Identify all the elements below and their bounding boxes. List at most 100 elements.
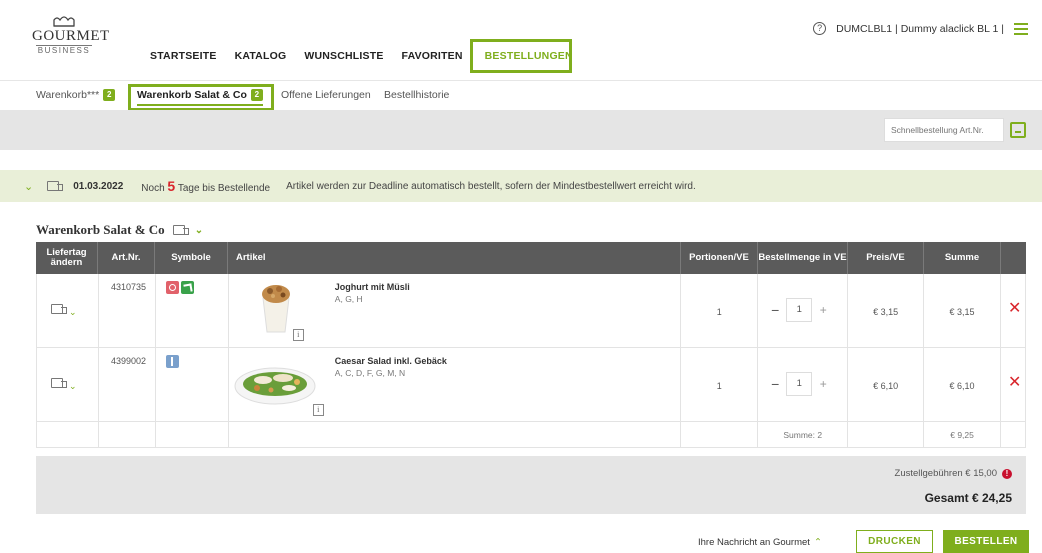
quantity-input[interactable]: 1 [786, 298, 813, 322]
sum-cell: € 6,10 [924, 348, 1002, 421]
empty-cell [681, 422, 759, 447]
item-count-cell: Summe: 2 [758, 422, 849, 447]
vegetarian-symbol-icon[interactable] [180, 281, 194, 294]
empty-cell [99, 422, 156, 447]
subtab-bestellhistorie[interactable]: Bestellhistorie [384, 89, 449, 101]
salad-product-image[interactable] [233, 358, 317, 408]
remove-cell: ✕ [1001, 348, 1026, 421]
empty-cell [156, 422, 229, 447]
unit-price: € 6,10 [873, 381, 899, 391]
table-header: Liefertag ändern Art.Nr. Symbole Artikel… [36, 242, 1026, 274]
empty-cell [229, 422, 682, 447]
logo-subtext: BUSINESS [37, 46, 91, 55]
decrease-button[interactable]: − [768, 376, 782, 392]
delivery-change-cell: ⌄ [37, 274, 99, 347]
chevron-up-icon: ⌃ [813, 537, 822, 548]
product-info-icon[interactable]: i [292, 329, 304, 341]
item-count: Summe: 2 [783, 430, 823, 440]
quantity-input[interactable]: 1 [786, 372, 813, 396]
quantity-stepper: − 1 + [768, 298, 840, 322]
help-icon[interactable]: ? [813, 22, 827, 35]
delivery-truck-icon [47, 180, 64, 192]
order-button[interactable]: BESTELLEN [943, 530, 1029, 553]
print-button[interactable]: DRUCKEN [856, 530, 933, 553]
artnr-cell: 4310735 [99, 274, 156, 347]
unit-price: € 3,15 [873, 307, 899, 317]
table-sum-row: Summe: 2 € 9,25 [36, 422, 1026, 448]
product-allergens: A, C, D, F, G, M, N [334, 368, 406, 378]
article-cell: i Caesar Salad inkl. Gebäck A, C, D, F, … [229, 348, 682, 421]
gourmet-logo[interactable]: GOURMET BUSINESS [32, 14, 110, 56]
nav-katalog[interactable]: KATALOG [235, 50, 287, 62]
symbols-cell [156, 274, 229, 347]
delivery-truck-icon[interactable] [172, 224, 189, 236]
increase-button[interactable]: + [816, 303, 830, 317]
countdown-suffix: Tage bis Bestellende [177, 183, 271, 194]
delivery-bar: ⌄ 01.03.2022 Noch 5 Tage bis Bestellende… [0, 170, 1042, 202]
col-preis: Preis/VE [848, 242, 924, 274]
article-cell: i Joghurt mit Müsli A, G, H [229, 274, 682, 347]
cart-title: Warenkorb Salat & Co ⌄ [36, 222, 203, 238]
portions-value: 1 [716, 381, 722, 391]
product-name[interactable]: Caesar Salad inkl. Gebäck [335, 356, 447, 366]
empty-cell [848, 422, 925, 447]
quantity-stepper: − 1 + [768, 372, 840, 396]
chevron-down-icon[interactable]: ⌄ [195, 225, 203, 236]
symbols-cell [156, 348, 229, 421]
product-allergens: A, G, H [334, 294, 363, 304]
info-alert-icon[interactable]: ! [1002, 468, 1012, 479]
price-cell: € 3,15 [848, 274, 925, 347]
product-info-icon[interactable]: i [312, 404, 324, 416]
delivery-truck-icon [51, 304, 67, 315]
remove-cell: ✕ [1001, 274, 1026, 347]
line-total: € 6,10 [949, 381, 975, 391]
count-badge: 2 [103, 89, 116, 101]
deadline-countdown: Noch 5 Tage bis Bestellende [141, 178, 270, 194]
price-cell: € 6,10 [848, 348, 925, 421]
subtab-label: Warenkorb*** [36, 89, 100, 101]
nav-wunschliste[interactable]: WUNSCHLISTE [304, 50, 383, 62]
quick-order-input[interactable] [884, 118, 1004, 142]
hamburger-menu-icon[interactable] [1014, 22, 1028, 35]
user-name[interactable]: DUMCLBL1 | Dummy alaclick BL 1 | [836, 23, 1004, 35]
delivery-date: 01.03.2022 [73, 180, 124, 192]
message-to-gourmet-link[interactable]: Ihre Nachricht an Gourmet ⌃ [698, 537, 822, 548]
header: GOURMET BUSINESS STARTSEITE KATALOG WUNS… [0, 0, 1042, 80]
remove-item-icon[interactable]: ✕ [1008, 375, 1021, 391]
empty-cell [1001, 422, 1026, 447]
remove-item-icon[interactable]: ✕ [1008, 301, 1021, 317]
subtab-warenkorb[interactable]: Warenkorb*** 2 [36, 89, 116, 101]
quick-order-bar [0, 110, 1042, 150]
decrease-button[interactable]: − [768, 302, 782, 318]
empty-cell [37, 422, 99, 447]
product-name[interactable]: Joghurt mit Müsli [335, 282, 410, 292]
cutlery-symbol-icon[interactable] [165, 355, 179, 368]
delivery-fee-text: Zustellgebühren € 15,00 [894, 468, 997, 479]
change-delivery-day[interactable]: ⌄ [51, 378, 77, 392]
yogurt-product-image[interactable] [259, 280, 293, 334]
chevron-down-icon[interactable]: ⌄ [24, 180, 33, 193]
nav-favoriten[interactable]: FAVORITEN [402, 50, 463, 62]
article-number: 4399002 [110, 356, 146, 366]
col-symbole: Symbole [155, 242, 228, 274]
col-artnr: Art.Nr. [98, 242, 155, 274]
message-link-text: Ihre Nachricht an Gourmet [698, 537, 810, 548]
days-remaining: 5 [167, 178, 176, 194]
delivery-fee: Zustellgebühren € 15,00 ! [895, 468, 1012, 479]
col-summe: Summe [924, 242, 1001, 274]
grand-total: Gesamt € 24,25 [924, 491, 1012, 505]
quantity-cell: − 1 + [758, 274, 849, 347]
change-delivery-day[interactable]: ⌄ [51, 304, 77, 318]
deadline-info: Artikel werden zur Deadline automatisch … [286, 180, 696, 192]
col-artikel: Artikel [228, 242, 681, 274]
add-to-cart-icon[interactable] [1010, 122, 1026, 138]
crown-icon [53, 16, 75, 27]
delivery-change-cell: ⌄ [37, 348, 99, 421]
subtab-offene-lieferungen[interactable]: Offene Lieferungen [281, 89, 371, 101]
chevron-down-icon: ⌄ [69, 381, 77, 391]
nav-startseite[interactable]: STARTSEITE [150, 50, 217, 62]
increase-button[interactable]: + [816, 377, 830, 391]
logo-text: GOURMET [32, 28, 110, 44]
allergen-symbol-icon[interactable] [165, 281, 179, 294]
col-menge: Bestellmenge in VE [758, 242, 848, 274]
